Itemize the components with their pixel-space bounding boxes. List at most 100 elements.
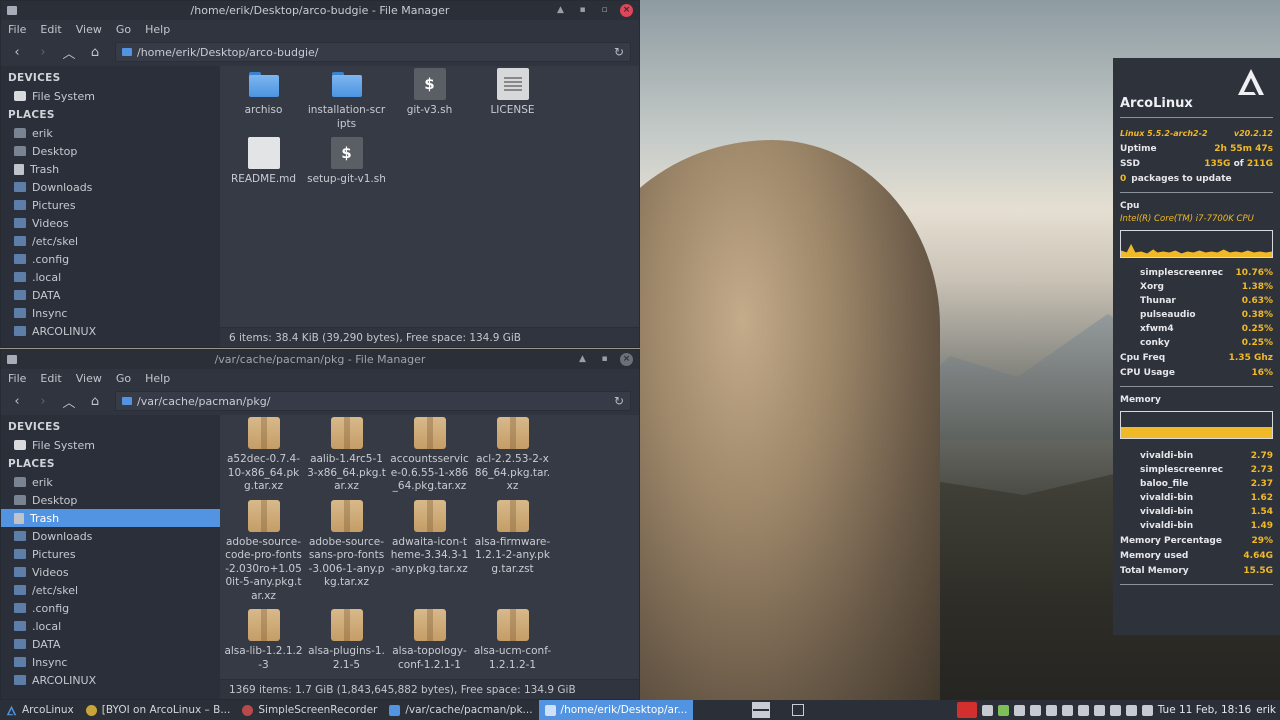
file-view[interactable]: a52dec-0.7.4-10-x86_64.pkg.tar.xz aalib-…	[220, 415, 639, 699]
maximize-icon[interactable]: ▪	[598, 353, 611, 366]
user-name[interactable]: erik	[1256, 704, 1276, 716]
menu-view[interactable]: View	[76, 372, 102, 385]
sidebar-item-insync[interactable]: Insync	[1, 304, 220, 322]
minimize-icon[interactable]: ▲	[554, 4, 567, 17]
workspace-switcher[interactable]	[752, 702, 804, 718]
sidebar-item-config[interactable]: .config	[1, 250, 220, 268]
file-item[interactable]: aalib-1.4rc5-13-x86_64.pkg.tar.xz	[305, 417, 388, 494]
reload-icon[interactable]: ↻	[614, 45, 624, 59]
sidebar-item-arcolinux[interactable]: ARCOLINUX	[1, 322, 220, 340]
back-icon[interactable]: ‹	[9, 394, 25, 409]
sidebar-item-trash[interactable]: Trash	[1, 509, 220, 527]
sidebar-item-desktop[interactable]: Desktop	[1, 142, 220, 160]
forward-icon[interactable]: ›	[35, 394, 51, 409]
menu-help[interactable]: Help	[145, 372, 170, 385]
applications-menu-button[interactable]: ArcoLinux	[0, 700, 80, 720]
file-item[interactable]: adwaita-icon-theme-3.34.3-1-any.pkg.tar.…	[388, 499, 471, 604]
network-icon[interactable]	[1109, 704, 1121, 716]
sidebar-item-downloads[interactable]: Downloads	[1, 178, 220, 196]
power-icon[interactable]	[1093, 704, 1105, 716]
file-item[interactable]: archiso	[222, 68, 305, 131]
sidebar-item-etc-skel[interactable]: /etc/skel	[1, 232, 220, 250]
display-icon[interactable]	[1029, 704, 1041, 716]
parent-folder-icon[interactable]: ︿	[61, 43, 77, 62]
menu-view[interactable]: View	[76, 23, 102, 36]
sidebar-item-arcolinux[interactable]: ARCOLINUX	[1, 671, 220, 689]
file-view[interactable]: archiso installation-scripts $ git-v3.sh …	[220, 66, 639, 347]
menu-file[interactable]: File	[8, 372, 26, 385]
file-item[interactable]: alsa-plugins-1.2.1-5	[305, 609, 388, 672]
minimize-icon[interactable]: ▲	[576, 353, 589, 366]
close-icon[interactable]: ×	[620, 4, 633, 17]
bluetooth-icon[interactable]	[1045, 704, 1057, 716]
taskbar-item-screenrecorder[interactable]: SimpleScreenRecorder	[236, 700, 383, 720]
sidebar-item-erik[interactable]: erik	[1, 124, 220, 142]
sidebar-item-file-system[interactable]: File System	[1, 87, 220, 105]
sidebar-item-trash[interactable]: Trash	[1, 160, 220, 178]
file-item[interactable]: alsa-topology-conf-1.2.1-1	[388, 609, 471, 672]
file-manager-window-pacman-pkg[interactable]: /var/cache/pacman/pkg - File Manager ▲ ▪…	[0, 349, 640, 700]
sidebar-item-etc-skel[interactable]: /etc/skel	[1, 581, 220, 599]
file-item[interactable]: a52dec-0.7.4-10-x86_64.pkg.tar.xz	[222, 417, 305, 494]
sidebar-item-videos[interactable]: Videos	[1, 214, 220, 232]
clock[interactable]: Tue 11 Feb, 18:16	[1158, 704, 1252, 716]
reload-icon[interactable]: ↻	[614, 394, 624, 408]
maximize-icon[interactable]: ▪	[576, 4, 589, 17]
sidebar-item-file-system[interactable]: File System	[1, 436, 220, 454]
sidebar-item-erik[interactable]: erik	[1, 473, 220, 491]
workspace-1[interactable]	[752, 702, 770, 718]
menu-help[interactable]: Help	[145, 23, 170, 36]
menu-go[interactable]: Go	[116, 23, 131, 36]
file-item[interactable]: alsa-ucm-conf-1.2.1.2-1	[471, 609, 554, 672]
taskbar-item-arco-budgie[interactable]: /home/erik/Desktop/ar...	[538, 700, 694, 720]
sidebar-item-pictures[interactable]: Pictures	[1, 196, 220, 214]
file-manager-window-arco-budgie[interactable]: /home/erik/Desktop/arco-budgie - File Ma…	[0, 0, 640, 348]
location-bar[interactable]: /var/cache/pacman/pkg/ ↻	[115, 391, 631, 411]
home-icon[interactable]: ⌂	[87, 394, 103, 409]
location-path[interactable]: /var/cache/pacman/pkg/	[137, 395, 609, 408]
camera-icon[interactable]	[981, 704, 993, 716]
workspace-2[interactable]	[792, 704, 804, 716]
sidebar-item-data[interactable]: DATA	[1, 286, 220, 304]
file-item[interactable]: alsa-lib-1.2.1.2-3	[222, 609, 305, 672]
back-icon[interactable]: ‹	[9, 45, 25, 60]
wrench-icon[interactable]	[1061, 704, 1073, 716]
sidebar-item-config[interactable]: .config	[1, 599, 220, 617]
file-item[interactable]: accountsservice-0.6.55-1-x86_64.pkg.tar.…	[388, 417, 471, 494]
sidebar-item-insync[interactable]: Insync	[1, 653, 220, 671]
sidebar-item-pictures[interactable]: Pictures	[1, 545, 220, 563]
location-bar[interactable]: /home/erik/Desktop/arco-budgie/ ↻	[115, 42, 631, 62]
vivaldi-icon[interactable]	[956, 702, 977, 718]
file-item[interactable]: adobe-source-code-pro-fonts-2.030ro+1.05…	[222, 499, 305, 604]
menu-edit[interactable]: Edit	[40, 372, 61, 385]
sidebar-item-desktop[interactable]: Desktop	[1, 491, 220, 509]
taskbar-item-browser[interactable]: [BYOI on ArcoLinux – B...	[80, 700, 237, 720]
menu-file[interactable]: File	[8, 23, 26, 36]
file-item[interactable]: $ setup-git-v1.sh	[305, 137, 388, 187]
sidebar-item-local[interactable]: .local	[1, 617, 220, 635]
insync-icon[interactable]	[997, 704, 1009, 716]
file-item[interactable]: $ git-v3.sh	[388, 68, 471, 131]
menu-go[interactable]: Go	[116, 372, 131, 385]
sidebar-item-downloads[interactable]: Downloads	[1, 527, 220, 545]
forward-icon[interactable]: ›	[35, 45, 51, 60]
location-path[interactable]: /home/erik/Desktop/arco-budgie/	[137, 46, 609, 59]
sidebar-item-local[interactable]: .local	[1, 268, 220, 286]
parent-folder-icon[interactable]: ︿	[61, 392, 77, 411]
close-icon[interactable]: ×	[620, 353, 633, 366]
sidebar-item-data[interactable]: DATA	[1, 635, 220, 653]
file-item[interactable]: alsa-firmware-1.2.1-2-any.pkg.tar.zst	[471, 499, 554, 604]
unmaximize-icon[interactable]: ▫	[598, 4, 611, 17]
file-item[interactable]: acl-2.2.53-2-x86_64.pkg.tar.xz	[471, 417, 554, 494]
volume-icon[interactable]	[1141, 704, 1153, 716]
home-icon[interactable]: ⌂	[87, 45, 103, 60]
settings-gear-icon[interactable]	[1077, 704, 1089, 716]
file-item[interactable]: LICENSE	[471, 68, 554, 131]
window-titlebar[interactable]: /home/erik/Desktop/arco-budgie - File Ma…	[1, 1, 639, 20]
screenshot-icon[interactable]	[1013, 704, 1025, 716]
taskbar-item-pacman-pkg[interactable]: /var/cache/pacman/pk...	[383, 700, 538, 720]
sidebar-item-videos[interactable]: Videos	[1, 563, 220, 581]
menu-edit[interactable]: Edit	[40, 23, 61, 36]
clipboard-icon[interactable]	[1125, 704, 1137, 716]
file-item[interactable]: installation-scripts	[305, 68, 388, 131]
